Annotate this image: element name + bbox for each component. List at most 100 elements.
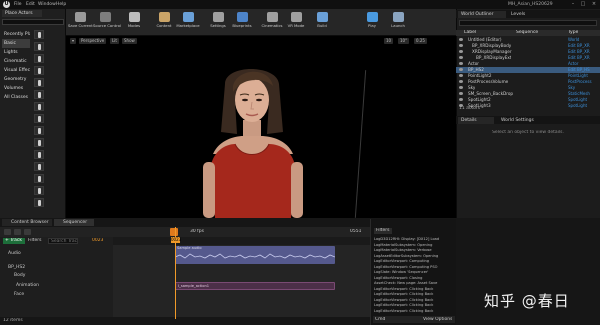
actor-thumbnail[interactable] (34, 78, 44, 87)
visibility-eye-icon[interactable] (459, 38, 463, 41)
track-face[interactable]: Face (0, 291, 113, 299)
modes-icon (128, 12, 140, 22)
actor-thumbnail[interactable] (34, 126, 44, 135)
actor-thumbnail[interactable] (34, 102, 44, 111)
cinematics-button[interactable]: Cinematics (260, 12, 284, 34)
filters-button[interactable]: Filters (28, 238, 46, 244)
log-line: LogEditorViewport: Clicking Back (374, 292, 434, 296)
launch-button[interactable]: Launch (386, 12, 410, 34)
show-button[interactable]: Show (122, 38, 137, 44)
tab-content-browser[interactable]: Content Browser (2, 219, 52, 226)
column-type[interactable]: Type (568, 30, 578, 36)
vr-mode-button[interactable]: VR Mode (284, 12, 308, 34)
visibility-eye-icon[interactable] (459, 80, 463, 83)
tab-levels[interactable]: Levels (508, 11, 538, 18)
outliner-row-type[interactable]: SpotLight (568, 103, 587, 109)
category-basic[interactable]: Basic (2, 39, 30, 48)
tab-world-settings[interactable]: World Settings (498, 117, 544, 124)
view-options-button[interactable]: View Options (423, 317, 452, 322)
grid-snap-value[interactable]: 10 (384, 38, 394, 44)
seq-fps[interactable]: 30 fps (190, 229, 204, 234)
actor-thumbnail[interactable] (34, 42, 44, 51)
play-button[interactable]: Play (360, 12, 384, 34)
cmd-label[interactable]: Cmd (375, 317, 385, 322)
content-button[interactable]: Content (152, 12, 176, 34)
actor-thumbnail[interactable] (34, 186, 44, 195)
timeline-ruler[interactable] (113, 237, 370, 245)
modes-button[interactable]: Modes (122, 12, 146, 34)
audio-clip[interactable]: Sample audio (175, 246, 335, 264)
angle-snap-value[interactable]: 10° (398, 38, 410, 44)
visibility-eye-icon[interactable] (459, 86, 463, 89)
tab-world-outliner[interactable]: World Outliner (458, 11, 506, 18)
category-geometry[interactable]: Geometry (2, 75, 30, 84)
category-all-classes[interactable]: All Classes (2, 93, 30, 102)
sequencer-toolbar (0, 227, 370, 237)
save-current-button[interactable]: Save Current (68, 12, 93, 34)
source-control-button[interactable]: Source Control (93, 12, 121, 34)
actor-thumbnail[interactable] (34, 150, 44, 159)
close-icon[interactable]: × (590, 1, 598, 8)
tab-sequencer[interactable]: Sequencer (54, 219, 94, 226)
playback-settings-icon[interactable] (170, 228, 178, 236)
track-body[interactable]: Body (0, 272, 113, 280)
visibility-eye-icon[interactable] (459, 44, 463, 47)
build-button[interactable]: Build (310, 12, 334, 34)
actor-thumbnail[interactable] (34, 198, 44, 207)
visibility-eye-icon[interactable] (459, 68, 463, 71)
category-visual-effects[interactable]: Visual Effects (2, 66, 30, 75)
console-input[interactable]: Cmd View Options (373, 316, 455, 323)
log-line: LogEditorViewport: Clicking Back (374, 297, 434, 302)
visibility-eye-icon[interactable] (459, 74, 463, 77)
marketplace-button[interactable]: Marketplace (176, 12, 200, 34)
tab-details[interactable]: Details (458, 117, 494, 124)
blueprints-button[interactable]: Blueprints (230, 12, 254, 34)
category-recently-placed[interactable]: Recently Placed (2, 30, 30, 39)
search-tracks-input[interactable]: Search Tracks (48, 238, 78, 244)
actor-thumbnail[interactable] (34, 54, 44, 63)
track-bp-hs2[interactable]: BP_HS2 (0, 264, 113, 272)
category-cinematic[interactable]: Cinematic (2, 57, 30, 66)
playhead-handle[interactable]: 0023 (171, 237, 181, 243)
camera-icon[interactable] (14, 229, 21, 235)
log-filters-button[interactable]: Filters (374, 228, 392, 234)
render-icon[interactable] (24, 229, 31, 235)
seq-end-frame[interactable]: 0551 (350, 229, 361, 234)
visibility-eye-icon[interactable] (459, 92, 463, 95)
actor-thumbnail[interactable] (34, 66, 44, 75)
menu-window[interactable]: Window (38, 1, 56, 8)
minimize-icon[interactable]: – (569, 1, 577, 8)
menu-edit[interactable]: Edit (26, 1, 35, 8)
lit-button[interactable]: Lit (110, 38, 119, 44)
track-animation[interactable]: Animation (0, 282, 113, 290)
visibility-eye-icon[interactable] (459, 50, 463, 53)
column-label[interactable]: Label (464, 30, 476, 36)
animation-clip[interactable]: I_sample_action1 (175, 282, 335, 290)
actor-thumbnail[interactable] (34, 30, 44, 39)
scale-snap-value[interactable]: 0.25 (414, 38, 427, 44)
viewport-options-button[interactable]: ▾ (70, 38, 77, 44)
category-volumes[interactable]: Volumes (2, 84, 30, 93)
perspective-button[interactable]: Perspective (79, 38, 107, 44)
outliner-search-input[interactable] (459, 20, 597, 26)
place-actors-search-input[interactable] (2, 19, 64, 25)
track-audio[interactable]: Audio (0, 250, 113, 258)
category-lights[interactable]: Lights (2, 48, 30, 57)
current-frame-field[interactable]: 0023 (92, 238, 103, 243)
visibility-eye-icon[interactable] (459, 56, 463, 59)
save-icon[interactable] (4, 229, 11, 235)
settings-button[interactable]: Settings (206, 12, 230, 34)
add-track-button[interactable]: + Track (3, 238, 25, 244)
column-sequence[interactable]: Sequence (516, 30, 538, 36)
actor-thumbnail[interactable] (34, 174, 44, 183)
actor-thumbnail[interactable] (34, 138, 44, 147)
menu-help[interactable]: Help (56, 1, 66, 8)
tab-place-actors[interactable]: Place Actors (2, 10, 42, 17)
maximize-icon[interactable]: □ (579, 1, 587, 8)
visibility-eye-icon[interactable] (459, 62, 463, 65)
actor-thumbnail[interactable] (34, 114, 44, 123)
actor-thumbnail[interactable] (34, 162, 44, 171)
menu-file[interactable]: File (14, 1, 22, 8)
visibility-eye-icon[interactable] (459, 98, 463, 101)
actor-thumbnail[interactable] (34, 90, 44, 99)
